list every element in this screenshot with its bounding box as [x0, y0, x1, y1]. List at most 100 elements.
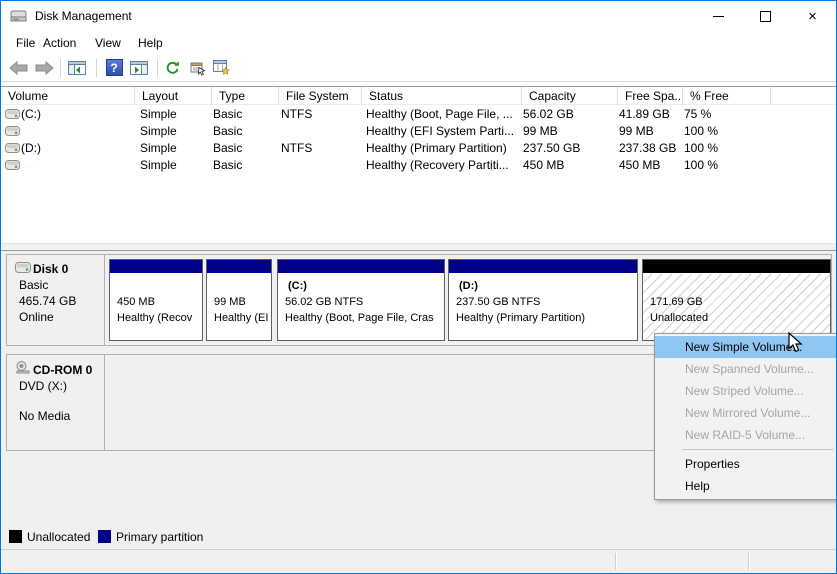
disk0-type: Basic	[19, 277, 104, 293]
partition-unallocated[interactable]: 171.69 GB Unallocated	[642, 259, 831, 341]
pane-splitter[interactable]	[1, 243, 836, 251]
menu-item-new-simple-volume[interactable]: New Simple Volume...	[655, 336, 836, 358]
partition-c[interactable]: (C:) 56.02 GB NTFS Healthy (Boot, Page F…	[277, 259, 445, 341]
partition-recovery[interactable]: 450 MB Healthy (Recov	[109, 259, 203, 341]
table-row-recovery[interactable]: Simple Basic Healthy (Recovery Partiti..…	[1, 156, 836, 173]
cell-status: Healthy (Recovery Partiti...	[366, 158, 516, 172]
forward-button[interactable]	[32, 56, 56, 79]
partition-status: Healthy (Recov	[117, 310, 202, 326]
disk0-header[interactable]: Disk 0 Basic 465.74 GB Online	[7, 255, 105, 345]
cell-pctfree: 100 %	[684, 141, 764, 155]
back-button[interactable]	[6, 56, 30, 79]
column-header-filesystem[interactable]: File System	[279, 87, 362, 105]
menu-item-help[interactable]: Help	[655, 475, 836, 497]
cell-pctfree: 100 %	[684, 124, 764, 138]
partition-label	[214, 278, 271, 294]
column-header-pctfree[interactable]: % Free	[683, 87, 771, 105]
minimize-button[interactable]	[695, 1, 742, 31]
menu-item-new-mirrored-volume: New Mirrored Volume...	[655, 402, 836, 424]
maximize-button[interactable]	[742, 1, 789, 31]
toolbar-separator	[157, 59, 158, 77]
cell-capacity: 237.50 GB	[523, 141, 614, 155]
mouse-cursor-icon	[788, 332, 805, 357]
disk0-name: Disk 0	[33, 261, 68, 277]
column-header-capacity[interactable]: Capacity	[522, 87, 618, 105]
menu-separator	[682, 449, 833, 450]
menu-help[interactable]: Help	[134, 34, 167, 52]
menu-file[interactable]: File	[12, 34, 39, 52]
column-header-filler	[771, 87, 837, 105]
table-row-d[interactable]: (D:) Simple Basic NTFS Healthy (Primary …	[1, 139, 836, 156]
partition-color-bar	[207, 260, 271, 274]
cdrom0-name: CD-ROM 0	[33, 362, 92, 378]
forward-icon	[35, 61, 54, 75]
help-icon: ?	[106, 59, 123, 76]
show-console-tree-icon	[68, 61, 86, 75]
partition-status: Healthy (Boot, Page File, Cras	[285, 310, 444, 326]
column-header-type[interactable]: Type	[212, 87, 279, 105]
volume-icon	[5, 159, 20, 173]
status-bar-separator	[748, 553, 750, 570]
cell-volume: (C:)	[21, 107, 131, 121]
help-button[interactable]: ?	[102, 56, 126, 79]
legend-swatch-unallocated	[9, 530, 22, 543]
column-header-freespace[interactable]: Free Spa...	[618, 87, 683, 105]
partition-efi[interactable]: 99 MB Healthy (EI	[206, 259, 272, 341]
cell-status: Healthy (Boot, Page File, ...	[366, 107, 516, 121]
volume-icon	[5, 125, 20, 139]
legend-label-primary-partition: Primary partition	[116, 530, 203, 544]
menu-action[interactable]: Action	[39, 34, 80, 52]
cell-freespace: 41.89 GB	[619, 107, 679, 121]
table-row-c[interactable]: (C:) Simple Basic NTFS Healthy (Boot, Pa…	[1, 105, 836, 122]
properties-button[interactable]	[186, 56, 210, 79]
column-header-layout[interactable]: Layout	[135, 87, 212, 105]
partition-status: Unallocated	[650, 310, 830, 326]
menu-item-properties[interactable]: Properties	[655, 453, 836, 475]
show-console-tree-button[interactable]	[65, 56, 89, 79]
refresh-icon	[165, 60, 181, 76]
cell-type: Basic	[213, 107, 275, 121]
close-button[interactable]: ×	[789, 1, 836, 31]
table-row-efi[interactable]: Simple Basic Healthy (EFI System Parti..…	[1, 122, 836, 139]
partition-label: (D:)	[456, 278, 637, 294]
cell-status: Healthy (EFI System Parti...	[366, 124, 516, 138]
refresh-button[interactable]	[161, 56, 185, 79]
cell-filesystem: NTFS	[281, 141, 358, 155]
partition-color-bar	[110, 260, 202, 274]
rescan-disks-button[interactable]	[210, 56, 234, 79]
disk-drive-icon	[10, 9, 28, 26]
title-bar[interactable]: Disk Management ×	[1, 1, 836, 31]
disk0-size: 465.74 GB	[19, 293, 104, 309]
cell-type: Basic	[213, 158, 275, 172]
context-menu: New Simple Volume... New Spanned Volume.…	[654, 333, 837, 500]
partition-color-bar	[278, 260, 444, 274]
column-header-status[interactable]: Status	[362, 87, 522, 105]
partition-label	[650, 278, 830, 294]
cell-volume: (D:)	[21, 141, 131, 155]
show-action-pane-icon	[130, 61, 148, 75]
partition-size: 237.50 GB NTFS	[456, 294, 637, 310]
volume-table-header: Volume Layout Type File System Status Ca…	[1, 86, 836, 105]
cell-pctfree: 100 %	[684, 158, 764, 172]
partition-status: Healthy (EI	[214, 310, 271, 326]
legend-label-unallocated: Unallocated	[27, 530, 90, 544]
unallocated-color-bar	[643, 260, 830, 274]
menu-item-new-raid5-volume: New RAID-5 Volume...	[655, 424, 836, 446]
show-action-pane-button[interactable]	[127, 56, 151, 79]
partition-label	[117, 278, 202, 294]
partition-size: 171.69 GB	[650, 294, 830, 310]
menu-bar: File Action View Help	[1, 31, 836, 54]
disk-icon	[15, 261, 31, 277]
partition-size: 450 MB	[117, 294, 202, 310]
partition-status: Healthy (Primary Partition)	[456, 310, 637, 326]
column-header-volume[interactable]: Volume	[1, 87, 135, 105]
cell-layout: Simple	[140, 141, 208, 155]
cdrom0-header[interactable]: CD-ROM 0 DVD (X:) No Media	[7, 355, 105, 450]
partition-d[interactable]: (D:) 237.50 GB NTFS Healthy (Primary Par…	[448, 259, 638, 341]
menu-item-new-spanned-volume: New Spanned Volume...	[655, 358, 836, 380]
menu-view[interactable]: View	[91, 34, 125, 52]
back-icon	[9, 61, 28, 75]
cell-layout: Simple	[140, 107, 208, 121]
cell-capacity: 56.02 GB	[523, 107, 614, 121]
cell-layout: Simple	[140, 124, 208, 138]
